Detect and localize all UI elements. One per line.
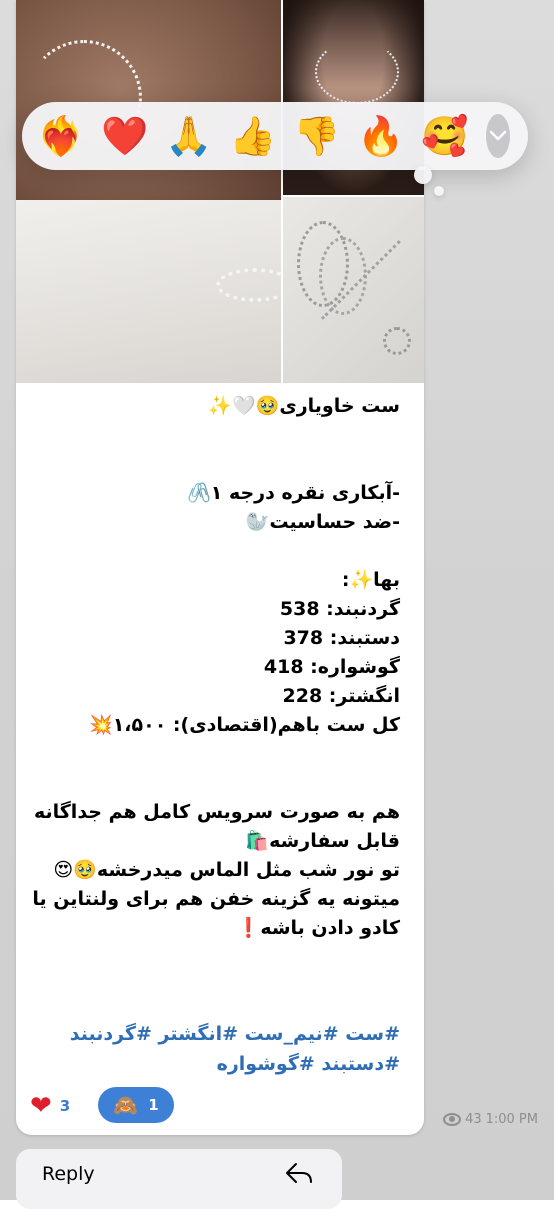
thumbs-up-icon[interactable]: 👍 bbox=[229, 113, 276, 159]
text-line: -آبکاری نقره درجه ۱🖇️ bbox=[187, 482, 400, 504]
heart-reaction-count: 3 bbox=[59, 1097, 71, 1115]
chevron-down-icon bbox=[489, 130, 507, 141]
red-heart-icon[interactable]: ❤️ bbox=[101, 113, 148, 159]
text-line: گردنبند: 538 bbox=[279, 598, 400, 620]
text-line: -ضد حساسیت🦭 bbox=[245, 511, 400, 533]
text-line: دستبند: 378 bbox=[283, 627, 400, 649]
folded-hands-icon[interactable]: 🙏 bbox=[165, 113, 212, 159]
eye-icon bbox=[443, 1113, 462, 1126]
text-line: تو نور شب مثل الماس میدرخشه🥹😍 bbox=[53, 859, 400, 881]
hashtag-line[interactable]: #ست #نیم_ست #انگشتر #گردنبند bbox=[32, 1019, 400, 1049]
message-meta: 43 1:00 PM bbox=[443, 1112, 538, 1127]
more-reactions-button[interactable] bbox=[486, 114, 510, 158]
reply-arrow-icon[interactable] bbox=[284, 1161, 314, 1187]
thumbs-down-icon[interactable]: 👎 bbox=[293, 113, 340, 159]
chain-shape bbox=[315, 40, 399, 104]
text-line: گوشواره: 418 bbox=[263, 656, 400, 678]
monkey-reaction-pill[interactable]: 🙈 1 bbox=[98, 1087, 174, 1123]
text-line: بها✨: bbox=[341, 569, 400, 591]
heart-icon: ❤ bbox=[30, 1091, 52, 1121]
heart-on-fire-icon[interactable]: ❤️‍🔥 bbox=[37, 113, 84, 159]
hashtag-line[interactable]: #دستبند #گوشواره bbox=[32, 1049, 400, 1079]
text-line: ست خاویاری🥹🤍✨ bbox=[208, 395, 400, 417]
reaction-bar-tail-dot bbox=[434, 186, 444, 196]
reaction-bar: ❤️‍🔥 ❤️ 🙏 👍 👎 🔥 🥰 bbox=[22, 102, 528, 170]
message-bubble[interactable]: ست خاویاری🥹🤍✨ -آبکاری نقره درجه ۱🖇️ -ضد … bbox=[16, 0, 424, 1135]
monkey-reaction-count: 1 bbox=[148, 1096, 159, 1114]
text-gap bbox=[32, 450, 400, 479]
text-gap bbox=[32, 769, 400, 798]
heart-reaction[interactable]: ❤ 3 bbox=[30, 1093, 70, 1119]
text-gap bbox=[32, 537, 400, 566]
media-album bbox=[16, 0, 424, 383]
photo-jewelry-set[interactable] bbox=[283, 197, 424, 383]
photo-model-necklace-bracelet[interactable] bbox=[16, 0, 281, 383]
message-time: 1:00 PM bbox=[485, 1112, 538, 1127]
message-text: ست خاویاری🥹🤍✨ -آبکاری نقره درجه ۱🖇️ -ضد … bbox=[32, 392, 400, 943]
fire-icon[interactable]: 🔥 bbox=[357, 113, 404, 159]
view-count: 43 bbox=[465, 1112, 482, 1127]
text-line: کادو دادن باشه❗ bbox=[236, 917, 400, 939]
text-gap bbox=[32, 740, 400, 769]
text-line: کل ست باهم(اقتصادی): ۱،۵۰۰💥 bbox=[89, 714, 400, 736]
ring-shape bbox=[383, 327, 411, 355]
reaction-bar-tail-dot bbox=[414, 166, 432, 184]
smiling-face-with-hearts-icon[interactable]: 🥰 bbox=[421, 113, 468, 159]
text-line: میتونه یه گزینه خفن هم برای ولنتاین یا bbox=[32, 888, 400, 910]
text-gap bbox=[32, 421, 400, 450]
text-line: قابل سفارشه🛍️ bbox=[245, 830, 400, 852]
context-menu: Reply bbox=[16, 1149, 342, 1209]
reply-label[interactable]: Reply bbox=[42, 1163, 95, 1185]
see-no-evil-monkey-icon: 🙈 bbox=[113, 1093, 139, 1117]
text-line: هم به صورت سرویس کامل هم جداگانه bbox=[33, 801, 400, 823]
hashtags[interactable]: #ست #نیم_ست #انگشتر #گردنبند #دستبند #گو… bbox=[32, 1019, 400, 1079]
text-line: انگشتر: 228 bbox=[282, 685, 401, 707]
